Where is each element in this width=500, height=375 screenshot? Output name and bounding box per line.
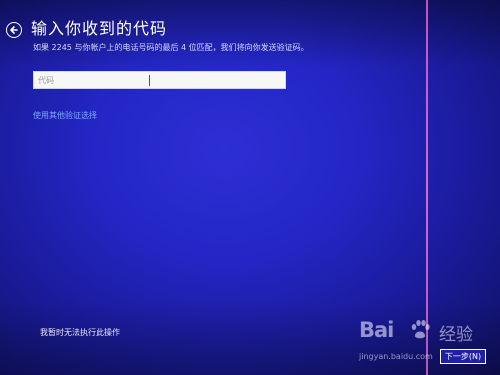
cannot-do-now-link[interactable]: 我暂时无法执行此操作 [40,327,120,338]
code-input[interactable]: 代码 [33,71,286,89]
watermark-logo: Bai [359,318,394,342]
back-arrow-icon [10,26,18,34]
page-title: 输入你收到的代码 [31,19,168,38]
code-input-placeholder: 代码 [38,75,54,85]
watermark-suffix: 经验 [439,325,473,345]
text-caret [149,75,150,86]
screen-edge-line [426,0,428,375]
next-button[interactable]: 下一步(N) [440,349,486,364]
instruction-text: 如果 2245 与你帐户上的电话号码的最后 4 位匹配，我们将向你发送验证码。 [33,43,309,52]
alternate-verification-link[interactable]: 使用其他验证选择 [33,110,97,121]
background-vignette [0,0,500,375]
back-button[interactable] [6,22,22,38]
watermark-url: jingyan.baidu.com [359,352,433,361]
